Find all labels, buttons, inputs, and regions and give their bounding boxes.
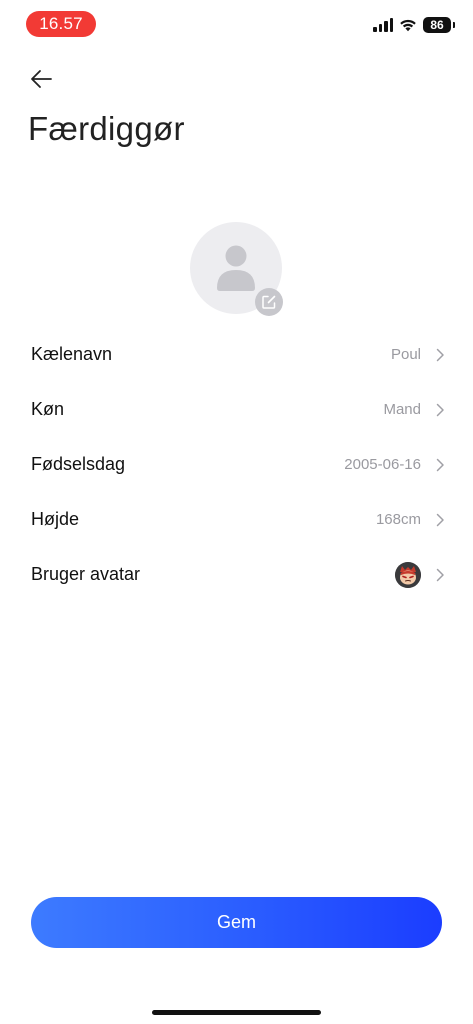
row-label: Højde: [31, 509, 80, 529]
status-bar: 16.57 86: [0, 0, 473, 48]
row-value: 2005-06-16: [344, 456, 421, 473]
row-value: Mand: [383, 401, 421, 418]
edit-icon: [262, 295, 276, 309]
profile-fields-list: Kælenavn Poul Køn Mand Fødselsdag 2005-0…: [0, 327, 473, 602]
battery-icon: 86: [423, 17, 455, 33]
chevron-right-icon: [436, 403, 444, 416]
edit-avatar-button[interactable]: [255, 288, 283, 316]
status-icons: 86: [373, 17, 455, 33]
cellular-signal-icon: [373, 18, 393, 32]
chevron-right-icon: [436, 568, 444, 581]
row-height[interactable]: Højde 168cm: [0, 492, 473, 547]
row-label: Fødselsdag: [31, 454, 126, 474]
row-birthday[interactable]: Fødselsdag 2005-06-16: [0, 437, 473, 492]
row-label: Kælenavn: [31, 344, 113, 364]
home-indicator[interactable]: [152, 1010, 321, 1015]
back-button[interactable]: [28, 66, 56, 94]
save-button[interactable]: Gem: [31, 897, 442, 948]
profile-avatar[interactable]: [190, 222, 283, 316]
row-label: Bruger avatar: [31, 564, 141, 584]
screen: 16.57 86 Færdiggør Kælenavn Poul Køn Man…: [0, 0, 473, 1024]
row-user-avatar[interactable]: Bruger avatar: [0, 547, 473, 602]
page-title: Færdiggør: [28, 110, 185, 147]
chevron-right-icon: [436, 513, 444, 526]
status-time: 16.57: [26, 11, 96, 37]
row-value: 168cm: [375, 511, 421, 528]
cartoon-character-icon: [395, 561, 421, 588]
row-value: Poul: [390, 346, 421, 363]
user-avatar-thumbnail: [395, 561, 421, 588]
arrow-left-icon: [31, 70, 52, 88]
chevron-right-icon: [436, 458, 444, 471]
row-label: Køn: [31, 399, 65, 419]
wifi-icon: [400, 19, 416, 32]
row-nickname[interactable]: Kælenavn Poul: [0, 327, 473, 382]
row-gender[interactable]: Køn Mand: [0, 382, 473, 437]
chevron-right-icon: [436, 348, 444, 361]
user-silhouette-icon: [217, 245, 255, 291]
